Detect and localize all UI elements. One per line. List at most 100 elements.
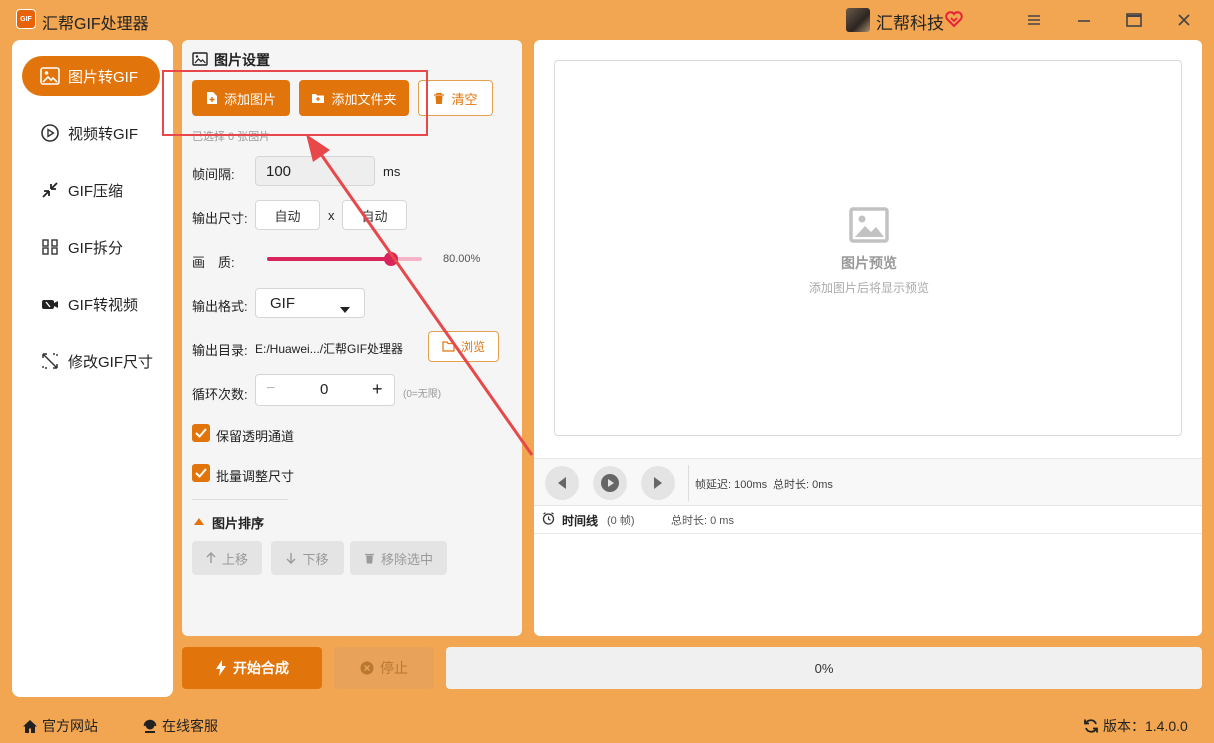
increment-button[interactable]: +: [372, 379, 383, 400]
check-icon: [195, 468, 207, 478]
loop-count-label: 循环次数:: [192, 387, 248, 402]
headset-icon: [142, 718, 158, 734]
output-dir-value: E:/Huawei.../汇帮GIF处理器: [255, 342, 404, 356]
sidebar-item-label: 视频转GIF: [68, 125, 138, 143]
divider: [192, 499, 288, 500]
sidebar-item-image-to-gif[interactable]: 图片转GIF: [22, 56, 160, 96]
brand-name[interactable]: 汇帮科技: [876, 9, 944, 34]
sidebar-item-label: 图片转GIF: [68, 68, 138, 86]
stop-icon: [360, 661, 374, 675]
loop-count-stepper: − 0 +: [255, 374, 395, 406]
slider-fill: [267, 257, 391, 261]
sidebar-item-label: GIF拆分: [68, 239, 123, 257]
sort-section-title: 图片排序: [212, 516, 265, 531]
annotation-highlight-box: [162, 70, 428, 136]
frame-interval-label: 帧间隔:: [192, 167, 235, 182]
sidebar-item-label: 修改GIF尺寸: [68, 353, 153, 371]
loop-hint: (0=无限): [403, 389, 442, 400]
loop-count-value[interactable]: 0: [320, 381, 328, 398]
version-info[interactable]: 版本：1.4.0.0: [1083, 716, 1188, 736]
close-icon[interactable]: [1173, 9, 1195, 31]
frame-interval-unit: ms: [383, 164, 401, 179]
collapse-caret-icon[interactable]: [194, 514, 204, 528]
trash-icon: [433, 92, 445, 105]
sidebar-item-gif-compress[interactable]: GIF压缩: [22, 170, 160, 210]
refresh-icon: [1083, 718, 1099, 734]
format-value: GIF: [270, 294, 295, 312]
check-icon: [195, 428, 207, 438]
previous-frame-button[interactable]: [545, 466, 579, 500]
home-icon: [22, 719, 38, 734]
website-link[interactable]: 官方网站: [22, 716, 98, 736]
total-duration-text: 总时长: 0ms: [773, 479, 833, 491]
settings-title: 图片设置: [192, 50, 270, 70]
remove-selected-button[interactable]: 移除选中: [350, 541, 447, 575]
trash-icon: [364, 552, 375, 564]
frame-interval-input[interactable]: 100: [255, 156, 375, 186]
sidebar-item-label: GIF压缩: [68, 182, 123, 200]
move-down-button[interactable]: 下移: [271, 541, 344, 575]
alarm-clock-icon: [542, 512, 555, 528]
output-dir-label: 输出目录:: [192, 343, 248, 358]
arrow-down-icon: [286, 552, 296, 564]
keep-alpha-checkbox[interactable]: [192, 424, 210, 442]
preview-subtitle: 添加图片后将显示预览: [808, 281, 929, 295]
maximize-icon[interactable]: [1123, 9, 1145, 31]
output-format-label: 输出格式:: [192, 299, 248, 314]
minimize-icon[interactable]: [1073, 9, 1095, 31]
batch-resize-label[interactable]: 批量调整尺寸: [216, 466, 294, 485]
title-bar: GIF 汇帮GIF处理器 汇帮科技: [0, 0, 1214, 40]
height-input[interactable]: 自动: [342, 200, 407, 230]
stop-button[interactable]: 停止: [334, 647, 434, 689]
timeline-label: 时间线: [562, 514, 599, 528]
keep-alpha-label[interactable]: 保留透明通道: [216, 426, 294, 445]
play-right-icon: [654, 477, 662, 489]
image-icon: [40, 66, 60, 86]
progress-bar: 0%: [446, 647, 1202, 689]
output-format-select[interactable]: GIF: [255, 288, 365, 318]
move-up-button[interactable]: 上移: [192, 541, 262, 575]
split-icon: [40, 237, 60, 257]
play-icon: [601, 474, 619, 492]
support-link[interactable]: 在线客服: [142, 716, 218, 736]
play-circle-icon: [40, 123, 60, 143]
timeline-total: 总时长: 0 ms: [671, 515, 734, 527]
clear-button[interactable]: 清空: [418, 80, 493, 116]
image-icon: [192, 51, 208, 69]
sidebar-item-gif-to-video[interactable]: GIF转视频: [22, 284, 160, 324]
app-title: 汇帮GIF处理器: [42, 16, 149, 33]
sidebar-item-video-to-gif[interactable]: 视频转GIF: [22, 113, 160, 153]
sidebar-item-resize-gif[interactable]: 修改GIF尺寸: [22, 341, 160, 381]
output-size-label: 输出尺寸:: [192, 211, 248, 226]
play-button[interactable]: [593, 466, 627, 500]
caret-down-icon: [340, 300, 350, 317]
heart-icon[interactable]: [944, 9, 964, 29]
quality-label: 画 质:: [192, 255, 235, 270]
compress-icon: [40, 180, 60, 200]
quality-slider[interactable]: [267, 251, 422, 267]
playback-controls: 帧延迟: 100ms 总时长: 0ms: [534, 458, 1202, 506]
preview-title: 图片预览: [841, 255, 897, 271]
image-placeholder-icon: [849, 207, 889, 246]
lightning-icon: [215, 660, 227, 676]
next-frame-button[interactable]: [641, 466, 675, 500]
menu-icon[interactable]: [1023, 9, 1045, 31]
arrow-up-icon: [206, 552, 216, 564]
sidebar-item-gif-split[interactable]: GIF拆分: [22, 227, 160, 267]
preview-area: 图片预览 添加图片后将显示预览: [554, 60, 1182, 436]
frame-delay-text: 帧延迟: 100ms: [695, 479, 768, 491]
slider-thumb[interactable]: [384, 252, 398, 266]
quality-value: 80.00%: [443, 253, 481, 265]
batch-resize-checkbox[interactable]: [192, 464, 210, 482]
start-button[interactable]: 开始合成: [182, 647, 322, 689]
browse-button[interactable]: 浏览: [428, 331, 499, 362]
folder-icon: [442, 341, 455, 352]
decrement-button[interactable]: −: [266, 380, 275, 398]
width-input[interactable]: 自动: [255, 200, 320, 230]
size-separator: x: [328, 208, 335, 223]
avatar[interactable]: [846, 8, 870, 32]
video-icon: [40, 294, 60, 314]
resize-icon: [40, 351, 60, 371]
play-left-icon: [558, 477, 566, 489]
sidebar: 图片转GIF 视频转GIF GIF压缩 GIF拆分 GIF转视频 修改GIF尺寸: [12, 40, 173, 697]
